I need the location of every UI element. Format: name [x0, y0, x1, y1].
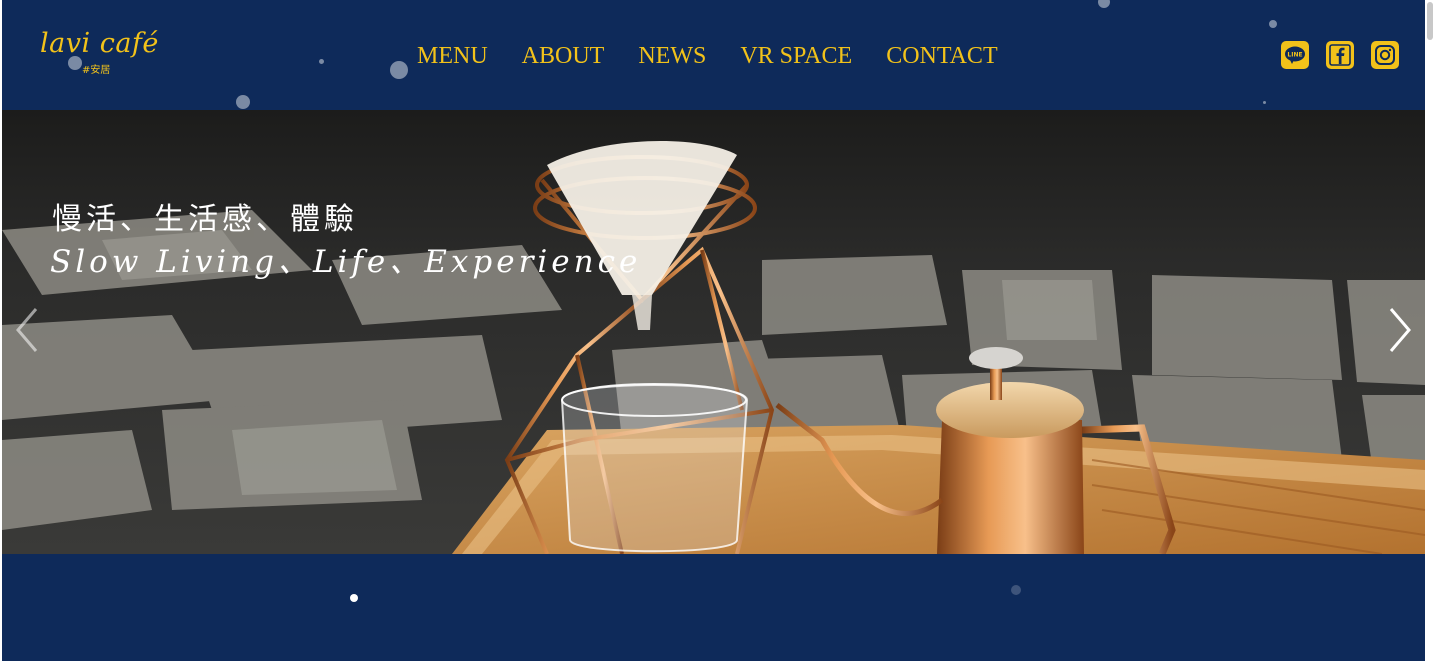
social-links: LINE [1281, 41, 1399, 69]
site-header: lavi café #安居 MENU ABOUT NEWS VR SPACE C… [2, 0, 1425, 110]
hero-carousel: 慢活、生活感、體驗 Slow Living、Life、Experience [2, 110, 1425, 554]
hero-image [2, 110, 1425, 554]
nav-item-contact[interactable]: CONTACT [886, 40, 997, 72]
carousel-indicator-dot[interactable] [350, 594, 358, 602]
chevron-left-icon [16, 308, 38, 352]
scrollbar-thumb[interactable] [1427, 2, 1433, 40]
nav-item-vr-space[interactable]: VR SPACE [740, 40, 852, 72]
instagram-button[interactable] [1371, 41, 1399, 69]
hero-headline-en: Slow Living、Life、Experience [50, 244, 642, 280]
nav-item-menu[interactable]: MENU [417, 40, 488, 72]
nav-item-news[interactable]: NEWS [638, 40, 706, 72]
nav-item-about[interactable]: ABOUT [522, 40, 605, 72]
logo-subtitle: #安居 [82, 65, 111, 76]
scrollbar[interactable] [1425, 0, 1435, 661]
hero-headline-zh: 慢活、生活感、體驗 [52, 202, 358, 237]
carousel-prev-button[interactable] [12, 305, 42, 355]
line-icon-text: LINE [1287, 52, 1302, 59]
page: lavi café #安居 MENU ABOUT NEWS VR SPACE C… [2, 0, 1425, 661]
instagram-icon [1375, 45, 1395, 65]
facebook-icon [1329, 44, 1351, 66]
chevron-right-icon [1389, 308, 1411, 352]
line-icon: LINE [1285, 46, 1305, 64]
carousel-next-button[interactable] [1385, 305, 1415, 355]
logo[interactable]: lavi café #安居 [40, 28, 170, 78]
logo-text: lavi café [40, 28, 159, 59]
decor-dot [1011, 585, 1021, 595]
main-nav: MENU ABOUT NEWS VR SPACE CONTACT [417, 40, 1032, 72]
line-button[interactable]: LINE [1281, 41, 1309, 69]
facebook-button[interactable] [1326, 41, 1354, 69]
